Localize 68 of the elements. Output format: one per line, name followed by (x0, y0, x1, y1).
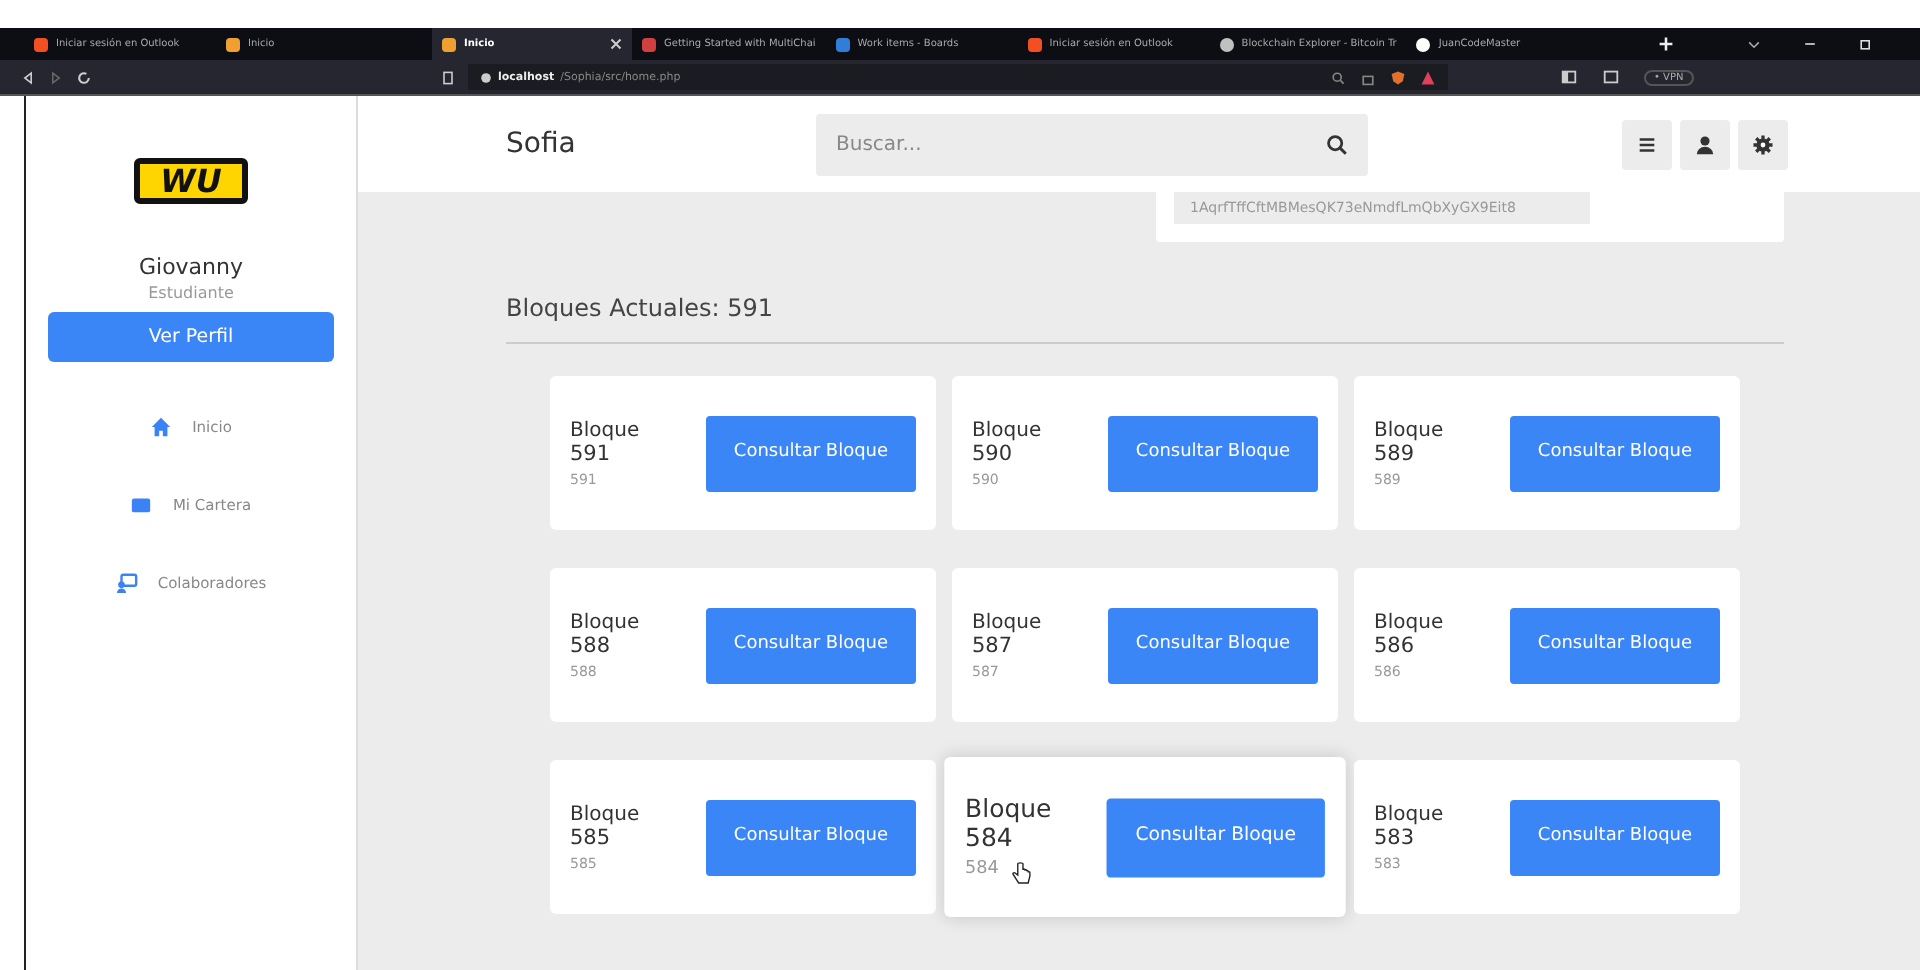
user-role: Estudiante (148, 284, 234, 302)
consult-button[interactable]: Consultar Bloque (706, 415, 916, 491)
people-icon (115, 572, 138, 594)
consult-button[interactable]: Consultar Bloque (1510, 415, 1720, 491)
restore-icon[interactable] (1858, 36, 1875, 52)
block-label: Bloque (1374, 419, 1444, 441)
block-number: 587 (972, 633, 1015, 657)
home-icon (150, 416, 173, 438)
settings-button[interactable] (1738, 119, 1788, 169)
settings-icon (1752, 133, 1774, 155)
block-label: Bloque (972, 419, 1042, 441)
consult-button[interactable]: Consultar Bloque (1108, 607, 1318, 683)
forward-icon[interactable] (48, 69, 64, 85)
info-icon (480, 71, 492, 83)
logo: WU (134, 158, 248, 204)
consult-button[interactable]: Consultar Bloque (1108, 415, 1318, 491)
search-field[interactable]: Buscar... (816, 113, 1368, 175)
block-label: Bloque (965, 794, 1052, 824)
user-name: Giovanny (138, 254, 243, 280)
wallet-icon[interactable] (1602, 68, 1620, 86)
block-label: Bloque (1374, 803, 1444, 825)
block-number: 591 (570, 441, 613, 465)
block-number: 589 (1374, 441, 1417, 465)
tab-icon (1027, 37, 1042, 51)
tab-icon (34, 37, 48, 51)
tab-icon (226, 37, 240, 51)
block-label: Bloque (1374, 611, 1444, 633)
block-number: 585 (570, 825, 613, 849)
consult-button[interactable]: Consultar Bloque (1106, 797, 1325, 877)
page-title: Sofia (506, 128, 578, 160)
block-number: 584 (965, 823, 1015, 853)
profile-button[interactable]: Ver Perfil (48, 312, 334, 362)
tab-icon (1219, 37, 1234, 51)
block-label: Bloque (570, 803, 640, 825)
new-tab-icon[interactable] (1658, 36, 1675, 52)
chevron-down-icon[interactable] (1746, 36, 1763, 52)
block-number: 586 (1374, 633, 1417, 657)
triangle-icon[interactable] (1420, 69, 1436, 85)
block-label: Bloque (972, 611, 1042, 633)
block-number: 590 (972, 441, 1015, 465)
tab-icon (642, 37, 656, 51)
block-label: Bloque (570, 611, 640, 633)
close-icon[interactable] (610, 38, 622, 50)
tab-icon (1416, 37, 1431, 51)
consult-button[interactable]: Consultar Bloque (1510, 607, 1720, 683)
hand-cursor-icon (1010, 860, 1032, 886)
sidebar-icon[interactable] (1560, 68, 1578, 86)
section-title: Bloques Actuales: 591 (506, 294, 1784, 344)
consult-button[interactable]: Consultar Bloque (706, 607, 916, 683)
reload-icon[interactable] (76, 69, 92, 85)
user-icon (1694, 133, 1716, 155)
user-button[interactable] (1680, 119, 1730, 169)
wallet-icon (130, 494, 153, 516)
search-icon[interactable] (1326, 133, 1348, 155)
block-number: 583 (1374, 825, 1417, 849)
back-icon[interactable] (20, 69, 36, 85)
tab-icon (835, 37, 850, 51)
block-label: Bloque (570, 419, 640, 441)
block-id: 584 (965, 858, 999, 880)
menu-button[interactable] (1622, 119, 1672, 169)
bookmark-icon[interactable] (440, 69, 456, 85)
block-number: 588 (570, 633, 613, 657)
menu-icon (1636, 133, 1658, 155)
consult-button[interactable]: Consultar Bloque (706, 799, 916, 875)
shield-icon[interactable] (1390, 69, 1406, 85)
consult-button[interactable]: Consultar Bloque (1510, 799, 1720, 875)
zoom-icon[interactable] (1330, 69, 1346, 85)
tab-icon (442, 37, 456, 51)
